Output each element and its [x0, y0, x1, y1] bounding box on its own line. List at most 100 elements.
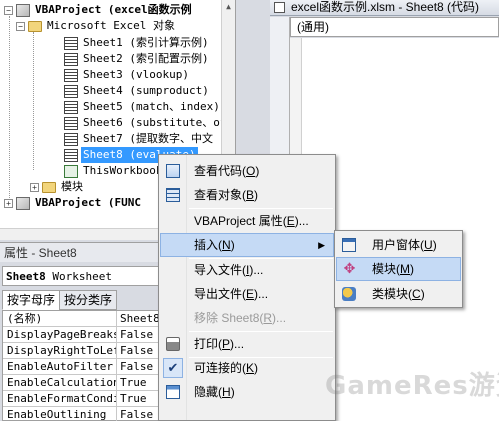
access-key: I — [246, 263, 250, 277]
menu-item-export-file[interactable]: 导出文件(E)... — [160, 282, 334, 306]
menu-item-print[interactable]: 打印(P)... — [160, 332, 334, 356]
menu-item-import-file[interactable]: 导入文件(I)... — [160, 258, 334, 282]
vba-project-icon — [16, 3, 30, 17]
tree-node-sheet1[interactable]: Sheet1 (索引计算示例) — [64, 35, 211, 51]
tree-node-sheet4[interactable]: Sheet4 (sumproduct) — [64, 83, 211, 99]
tree-node-label: Sheet7 (提取数字、中文 — [83, 132, 213, 145]
ellipsis: ... — [276, 311, 287, 325]
properties-tabs: 按字母序 按分类序 — [2, 290, 118, 310]
ellipsis: ... — [298, 214, 309, 228]
menu-item-label: 打印 — [194, 337, 219, 351]
class-module-icon — [342, 287, 356, 301]
menu-item-label: 插入 — [194, 238, 219, 252]
tree-node-label: Sheet4 (sumproduct) — [83, 84, 209, 97]
access-key: H — [222, 385, 231, 399]
menu-item-project-properties[interactable]: VBAProject 属性(E)... — [160, 209, 334, 233]
tree-node-label: Microsoft Excel 对象 — [47, 19, 175, 32]
tree-node-sheet6[interactable]: Sheet6 (substitute、of — [64, 115, 228, 131]
menu-item-label: 隐藏 — [194, 385, 219, 399]
tree-node-label: Sheet1 (索引计算示例) — [83, 36, 209, 49]
checkmark-icon: ✔ — [163, 358, 183, 378]
tree-node-label: 模块 — [61, 180, 83, 193]
property-name: EnableCalculation — [3, 375, 117, 390]
collapse-icon[interactable]: − — [16, 21, 25, 31]
tree-node-sheet3[interactable]: Sheet3 (vlookup) — [64, 67, 191, 83]
tree-node-label: Sheet3 (vlookup) — [83, 68, 189, 81]
property-name: DisplayRightToLeft — [3, 343, 117, 358]
menu-item-label: 查看对象 — [194, 188, 243, 202]
code-window-title[interactable]: excel函数示例.xlsm - Sheet8 (代码) — [270, 0, 499, 16]
view-object-icon — [166, 188, 180, 202]
menu-item-label: VBAProject 属性 — [194, 214, 283, 228]
worksheet-icon — [64, 84, 78, 98]
menu-item-view-code[interactable]: 查看代码(O) — [160, 159, 334, 183]
object-type: Worksheet — [52, 270, 112, 283]
view-code-icon — [166, 164, 180, 178]
submenu-arrow-icon: ▶ — [318, 240, 325, 250]
vba-editor: − VBAProject (excel函数示例 − Microsoft Exce… — [0, 0, 499, 421]
property-value[interactable]: False — [117, 359, 153, 374]
tree-node-sheet2[interactable]: Sheet2 (索引配置示例) — [64, 51, 211, 67]
worksheet-icon — [64, 36, 78, 50]
access-key: O — [246, 164, 256, 178]
menu-item-dockable[interactable]: ✔ 可连接的(K) — [160, 356, 334, 380]
submenu-item-module[interactable]: ✥ 模块(M) — [336, 257, 461, 281]
menu-item-view-object[interactable]: 查看对象(B) — [160, 183, 334, 207]
tree-node-project-root[interactable]: − VBAProject (excel函数示例 — [4, 2, 194, 18]
access-key: E — [246, 287, 255, 301]
ellipsis: ... — [258, 287, 269, 301]
access-key: K — [246, 361, 255, 375]
tree-node-sheet5[interactable]: Sheet5 (match、index) — [64, 99, 222, 115]
menu-item-insert[interactable]: 插入(N) ▶ — [160, 233, 334, 257]
menu-item-label: 查看代码 — [194, 164, 243, 178]
property-value[interactable]: False — [117, 343, 153, 358]
access-key: E — [286, 214, 295, 228]
tree-node-excel-objects[interactable]: − Microsoft Excel 对象 — [16, 18, 177, 34]
collapse-icon[interactable]: − — [4, 5, 13, 15]
code-window-title-text: excel函数示例.xlsm - Sheet8 (代码) — [291, 0, 480, 14]
insert-submenu: 用户窗体(U) ✥ 模块(M) 类模块(C) — [334, 230, 463, 308]
watermark: GameRes游资网 — [325, 371, 499, 401]
menu-item-hide[interactable]: 隐藏(H) — [160, 380, 334, 404]
submenu-item-class-module[interactable]: 类模块(C) — [336, 282, 461, 306]
access-key: C — [412, 287, 421, 301]
printer-icon — [166, 337, 180, 351]
menu-item-label: 移除 Sheet8 — [194, 311, 260, 325]
property-value[interactable]: True — [117, 375, 147, 390]
access-key: P — [222, 337, 231, 351]
tree-node-sheet7[interactable]: Sheet7 (提取数字、中文 — [64, 131, 215, 147]
worksheet-icon — [64, 148, 78, 162]
worksheet-icon — [64, 116, 78, 130]
vba-project-icon — [16, 196, 30, 210]
property-value[interactable]: False — [117, 327, 153, 342]
worksheet-icon — [64, 68, 78, 82]
tab-alphabetic[interactable]: 按字母序 — [2, 290, 61, 310]
workbook-icon — [64, 164, 78, 178]
scroll-up-icon[interactable]: ▲ — [222, 0, 235, 14]
tree-node-label: Sheet6 (substitute、of — [83, 116, 227, 129]
tree-node-label: ThisWorkbook — [83, 164, 163, 177]
access-key: M — [400, 262, 411, 276]
userform-icon — [342, 238, 356, 252]
access-key: N — [222, 238, 231, 252]
ellipsis: ... — [234, 337, 245, 351]
expand-icon[interactable]: + — [4, 198, 13, 208]
property-value[interactable]: Sheet8 — [117, 311, 160, 326]
access-key: B — [246, 188, 255, 202]
property-value[interactable]: True — [117, 391, 147, 406]
property-value[interactable]: False — [117, 407, 153, 421]
property-name: EnableFormatConditi — [3, 391, 117, 406]
module-icon: ✥ — [343, 260, 356, 276]
worksheet-icon — [64, 132, 78, 146]
object-combo[interactable]: (通用) — [290, 17, 499, 37]
tree-node-modules[interactable]: + 模块 — [30, 179, 85, 195]
folder-icon — [42, 181, 56, 193]
submenu-item-userform[interactable]: 用户窗体(U) — [336, 233, 461, 257]
expand-icon[interactable]: + — [30, 182, 39, 192]
worksheet-icon — [64, 52, 78, 66]
tree-node-label: Sheet5 (match、index) — [83, 100, 220, 113]
tab-categorized[interactable]: 按分类序 — [59, 290, 118, 310]
tree-node-project-second[interactable]: + VBAProject (FUNC — [4, 195, 143, 211]
worksheet-icon — [64, 100, 78, 114]
tree-node-thisworkbook[interactable]: ThisWorkbook — [64, 163, 164, 179]
